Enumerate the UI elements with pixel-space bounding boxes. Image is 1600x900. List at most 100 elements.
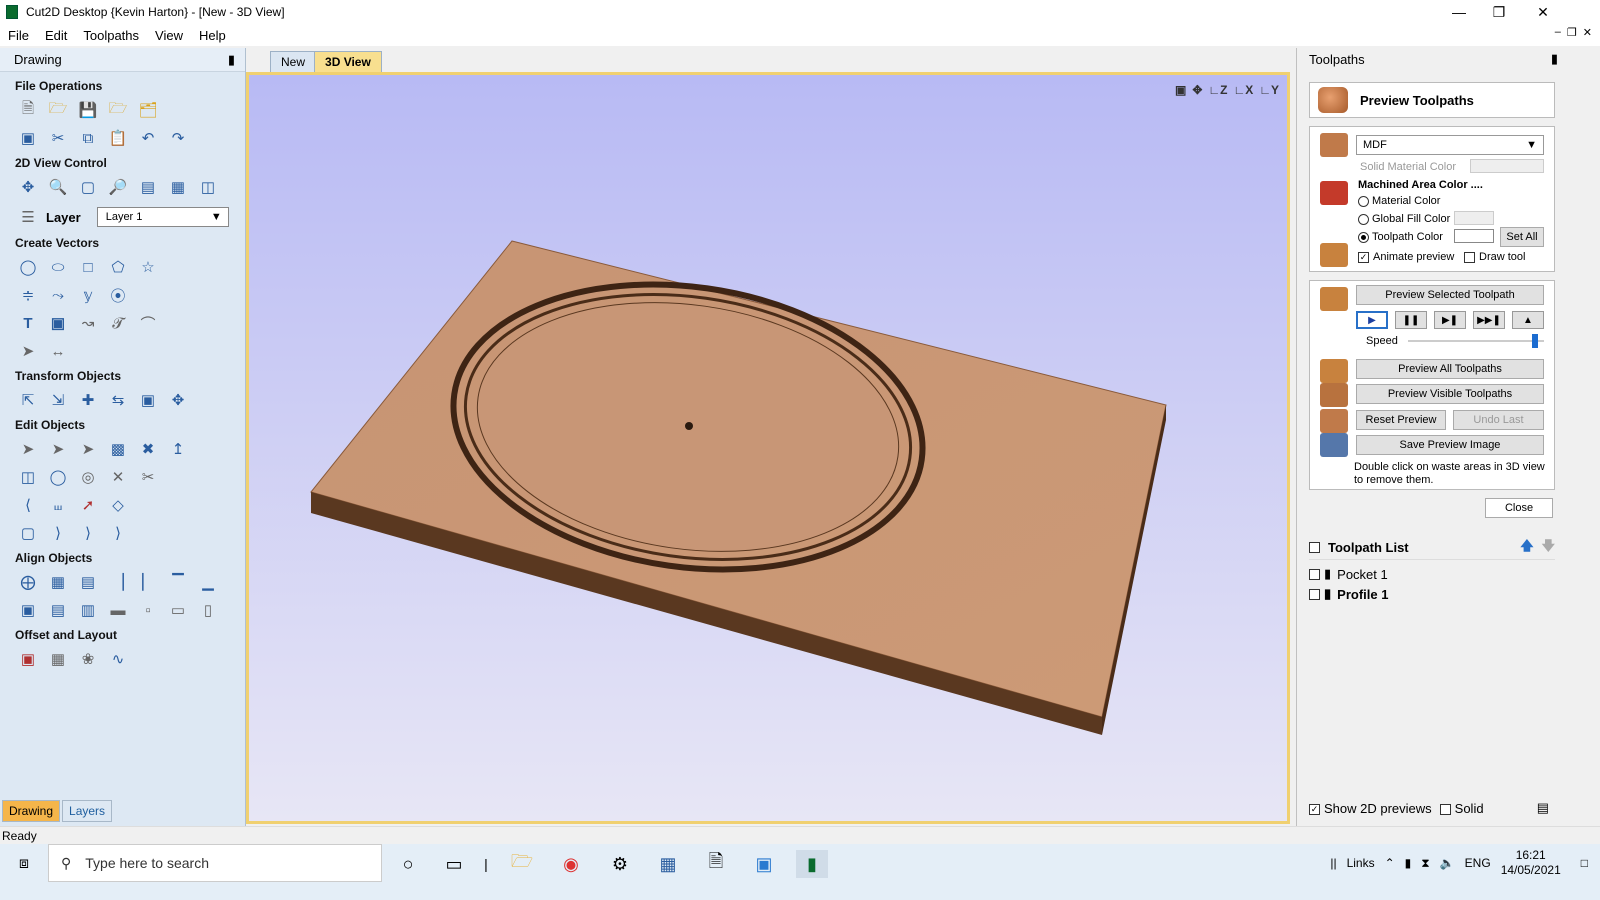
bend-icon[interactable]: ⟩ [76,522,100,544]
pin-icon[interactable]: ▮ [228,52,235,68]
array-copy-icon[interactable]: ▦ [46,648,70,670]
intersect-icon[interactable]: ◎ [76,466,100,488]
notification-icon[interactable]: □ [1581,856,1588,870]
ungroup-icon[interactable]: ✖ [136,438,160,460]
select-icon[interactable]: ➤ [16,438,40,460]
spiral-icon[interactable]: ⦿ [106,284,130,306]
layer-select[interactable]: Layer 1 ▼ [96,207,229,227]
animate-preview-checkbox[interactable]: ✓ Animate preview [1358,251,1454,263]
calculator-icon[interactable]: ▦ [652,850,684,878]
menu-view[interactable]: View [147,28,191,43]
toolpath-color-picker[interactable] [1454,229,1494,243]
tab-layers[interactable]: Layers [62,800,113,822]
align-bottom-icon[interactable]: ▁ [196,571,220,593]
fillet-icon[interactable]: ⟨ [16,494,40,516]
view-ruler-icon[interactable]: ▤ [136,176,160,198]
align-center-y-icon[interactable]: ▤ [76,571,100,593]
align-center-icon[interactable]: ✚ [76,389,100,411]
align-left-icon[interactable]: ▕ [106,571,130,593]
draw-tool-checkbox[interactable]: Draw tool [1464,251,1525,263]
menu-file[interactable]: File [0,28,37,43]
speed-slider-thumb[interactable] [1531,334,1538,348]
radio-global-fill[interactable]: Global Fill Color [1358,213,1450,225]
text-icon[interactable]: T [16,312,40,334]
panel-options-icon[interactable]: ▤ [1537,800,1549,816]
spline-icon[interactable]: 𝕪 [76,284,100,306]
align-center-x-icon[interactable]: ▦ [46,571,70,593]
curve-fit-icon[interactable]: ⟩ [106,522,130,544]
extend-icon[interactable]: ➚ [76,494,100,516]
chrome-icon[interactable]: ◉ [555,850,587,878]
save-preview-image-button[interactable]: Save Preview Image [1356,435,1544,455]
import-icon[interactable]: 🗁 [106,99,130,121]
transform-icon[interactable]: ✥ [166,389,190,411]
battery-icon[interactable]: ▮ [1405,856,1412,870]
material-select[interactable]: MDF ▼ [1356,135,1544,155]
pause-icon[interactable]: ❚❚ [1395,311,1427,329]
menu-toolpaths[interactable]: Toolpaths [75,28,147,43]
cut-icon[interactable]: ✂ [46,127,70,149]
view-grid-icon[interactable]: ▦ [166,176,190,198]
show-2d-checkbox[interactable]: ✓ Show 2D previews [1309,801,1432,816]
tab-3d-view[interactable]: 3D View [314,51,382,72]
group-icon[interactable]: ▩ [106,438,130,460]
circular-array-icon[interactable]: ❀ [76,648,100,670]
subtract-icon[interactable]: ◯ [46,466,70,488]
undo-icon[interactable]: ↶ [136,127,160,149]
curve-icon[interactable]: ⤳ [46,284,70,306]
star-icon[interactable]: ☆ [136,256,160,278]
center-vertically-icon[interactable]: ▥ [76,599,100,621]
scissors-icon[interactable]: ✂ [136,466,160,488]
open-file-icon[interactable]: 🗁 [46,99,70,121]
restore-button[interactable]: ❐ [1476,0,1522,24]
store-icon[interactable]: ▣ [748,850,780,878]
text-on-curve-icon[interactable]: ↝ [76,312,100,334]
space-horizontally-icon[interactable]: ▬ [106,599,130,621]
preview-visible-button[interactable]: Preview Visible Toolpaths [1356,384,1544,404]
measure-icon[interactable]: ↔ [46,340,70,362]
measure-tool-icon[interactable]: ↥ [166,438,190,460]
preview-all-button[interactable]: Preview All Toolpaths [1356,359,1544,379]
cortana-icon[interactable]: ○ [392,850,424,878]
play-icon[interactable]: ▶ [1356,311,1388,329]
zoom-extents-icon[interactable]: ▢ [76,176,100,198]
paste-icon[interactable]: 📋 [106,127,130,149]
tab-drawing[interactable]: Drawing [2,800,61,822]
undo-last-button[interactable]: Undo Last [1453,410,1544,430]
nest-icon[interactable]: ∿ [106,648,130,670]
select-all-checkbox[interactable] [1309,542,1320,553]
menu-edit[interactable]: Edit [37,28,75,43]
radio-material-color[interactable]: Material Color [1358,195,1440,207]
cut2d-taskbar-icon[interactable]: ▮ [796,850,828,878]
fast-forward-icon[interactable]: ▶▶❚ [1473,311,1505,329]
close-panel-button[interactable]: Close [1485,498,1553,518]
links-label[interactable]: Links [1347,856,1375,870]
toolpath-checkbox[interactable] [1309,588,1320,600]
wifi-icon[interactable]: ⧗ [1421,856,1429,871]
clock[interactable]: 16:21 14/05/2021 [1501,848,1561,878]
polygon-icon[interactable]: ⬠ [106,256,130,278]
weld-icon[interactable]: ◫ [16,466,40,488]
list-item[interactable]: ▮ Profile 1 [1309,584,1555,604]
zoom-icon[interactable]: 🔍 [46,176,70,198]
import-bitmap-icon[interactable]: 🗂 [136,99,160,121]
space-vertically-icon[interactable]: ▭ [166,599,190,621]
reset-preview-button[interactable]: Reset Preview [1356,410,1446,430]
3d-viewport[interactable]: ▣ ✥ ∟Z ∟X ∟Y [246,72,1290,824]
distort-icon[interactable]: ▣ [136,389,160,411]
task-view-icon[interactable]: ▭ [438,850,470,878]
preview-selected-button[interactable]: Preview Selected Toolpath [1356,285,1544,305]
redo-icon[interactable]: ↷ [166,127,190,149]
space-evenly-icon[interactable]: ▫ [136,599,160,621]
node-edit-icon[interactable]: ➤ [46,438,70,460]
chevron-up-icon[interactable]: ⌃ [1385,856,1395,870]
join-icon[interactable]: ⧢ [46,494,70,516]
circle-icon[interactable]: ◯ [16,256,40,278]
offset-icon[interactable]: ▣ [16,648,40,670]
menu-help[interactable]: Help [191,28,234,43]
radio-toolpath-color[interactable]: Toolpath Color [1358,231,1443,243]
taskbar-search[interactable]: ⚲ Type here to search [48,844,382,882]
polyline-icon[interactable]: ≑ [16,284,40,306]
text-box-icon[interactable]: ▣ [46,312,70,334]
close-vector-icon[interactable]: ◇ [106,494,130,516]
